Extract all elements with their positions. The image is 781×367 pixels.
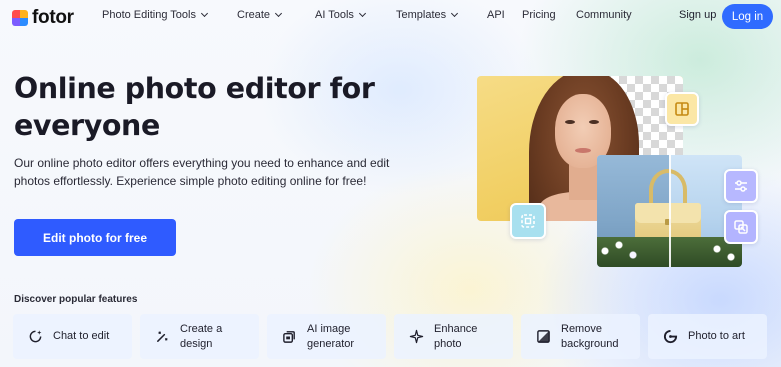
before-after-divider (669, 155, 671, 267)
feature-label: Create a design (180, 322, 223, 350)
login-button[interactable]: Log in (722, 4, 773, 29)
nav-item-label: Photo Editing Tools (102, 9, 196, 21)
brand-name: fotor (32, 7, 74, 28)
crop-resize-icon (510, 203, 546, 239)
edit-photo-cta-button[interactable]: Edit photo for free (14, 219, 176, 256)
feature-remove-background[interactable]: Remove background (521, 314, 640, 359)
nav-item-label: Templates (396, 9, 447, 21)
feature-label: Enhance photo (434, 322, 478, 350)
nav-item-label: AI Tools (315, 9, 354, 21)
nav-item-label: API (487, 9, 505, 21)
chevron-down-icon (451, 9, 459, 18)
features-list: Chat to edit Create a design AI image ge… (13, 314, 781, 360)
hero-handbag-image (597, 155, 742, 267)
chevron-down-icon (200, 9, 209, 18)
hero-title: Online photo editor for everyone (14, 72, 375, 142)
feature-label: Photo to art (688, 330, 745, 342)
nav-item-photo-editing-tools[interactable]: Photo Editing Tools (102, 9, 209, 21)
signup-link[interactable]: Sign up (679, 9, 716, 21)
nav-item-pricing[interactable]: Pricing (522, 9, 556, 21)
feature-enhance-photo[interactable]: Enhance photo (394, 314, 513, 359)
feature-photo-to-art[interactable]: Photo to art (648, 314, 767, 359)
feature-chat-to-edit[interactable]: Chat to edit (13, 314, 132, 359)
image-layers-icon (281, 329, 297, 345)
nav-item-label: Pricing (522, 9, 556, 21)
top-navigation: fotor Photo Editing Tools Create AI Tool… (0, 0, 781, 34)
replace-image-icon (724, 210, 758, 244)
enhance-sparkle-icon (408, 329, 424, 345)
nav-item-label: Create (237, 9, 271, 21)
hero-description: Our online photo editor offers everythin… (14, 156, 390, 188)
nav-item-templates[interactable]: Templates (396, 9, 459, 21)
feature-create-a-design[interactable]: Create a design (140, 314, 259, 359)
feature-label: Chat to edit (53, 330, 110, 342)
chevron-down-icon (358, 9, 366, 18)
nav-item-label: Community (576, 9, 632, 21)
nav-item-create[interactable]: Create (237, 9, 283, 21)
brand-logo[interactable]: fotor (12, 7, 74, 29)
remove-background-icon (535, 329, 551, 345)
nav-item-ai-tools[interactable]: AI Tools (315, 9, 366, 21)
feature-label: Remove background (561, 322, 619, 350)
feature-label: AI image generator (307, 322, 355, 350)
nav-item-community[interactable]: Community (576, 9, 632, 21)
chat-sparkle-icon (27, 329, 43, 345)
layout-icon (665, 92, 699, 126)
fotor-logo-icon (12, 10, 28, 26)
features-heading: Discover popular features (14, 294, 138, 305)
photo-art-icon (662, 329, 678, 345)
feature-ai-image-generator[interactable]: AI image generator (267, 314, 386, 359)
design-wand-icon (154, 329, 170, 345)
nav-item-api[interactable]: API (487, 9, 505, 21)
chevron-down-icon (274, 9, 283, 18)
adjust-sliders-icon (724, 169, 758, 203)
